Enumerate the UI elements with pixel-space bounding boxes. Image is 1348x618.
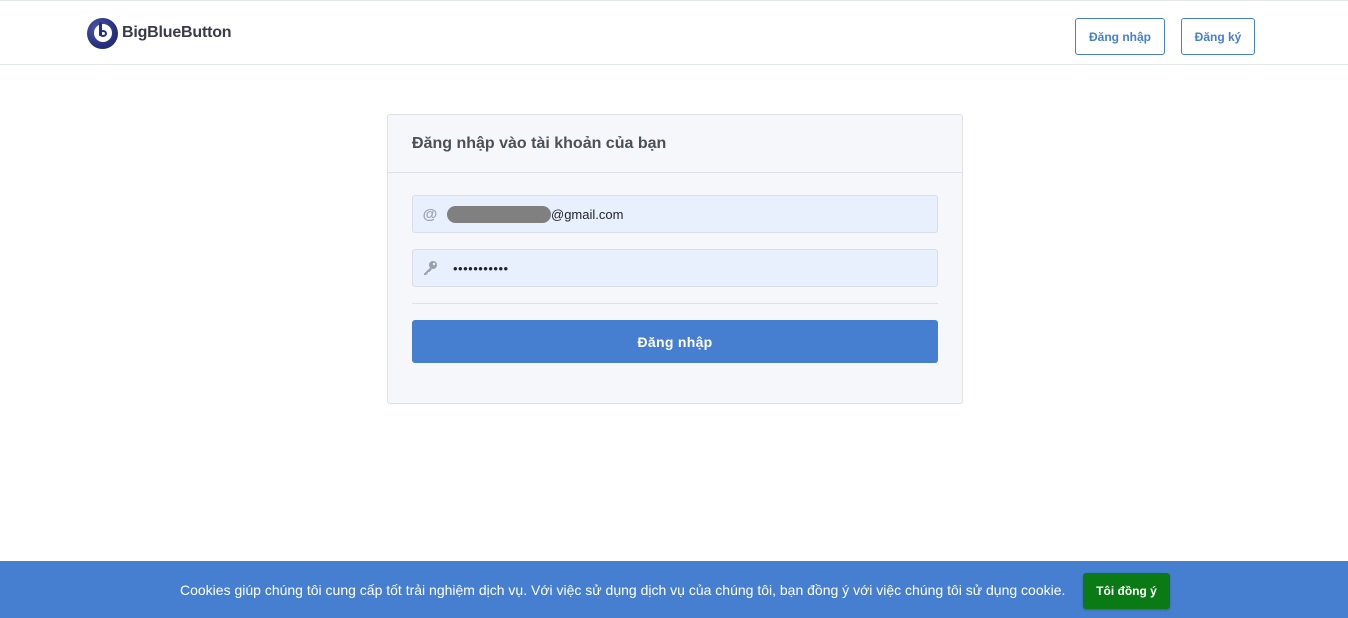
key-icon <box>413 260 447 276</box>
password-field[interactable]: ••••••••••• <box>412 249 938 287</box>
bigbluebutton-logo-icon <box>87 17 118 49</box>
cookie-message: Cookies giúp chúng tôi cung cấp tốt trải… <box>180 581 1066 598</box>
cookie-consent-banner: Cookies giúp chúng tôi cung cấp tốt trải… <box>0 561 1348 618</box>
redacted-email-part <box>447 205 551 223</box>
brand-logo[interactable]: BigBlueButton <box>87 17 232 49</box>
header-signup-button[interactable]: Đăng ký <box>1181 18 1255 55</box>
top-navbar: BigBlueButton Đăng nhập Đăng ký <box>0 0 1348 65</box>
password-value: ••••••••••• <box>453 260 509 276</box>
form-divider <box>412 303 938 304</box>
email-value: @gmail.com <box>551 206 624 222</box>
brand-name: BigBlueButton <box>122 24 232 41</box>
login-card-title: Đăng nhập vào tài khoản của bạn <box>388 115 962 173</box>
at-sign-icon: @ <box>422 205 438 223</box>
cookie-accept-button[interactable]: Tôi đồng ý <box>1083 573 1170 609</box>
email-field[interactable]: @ @gmail.com <box>412 195 938 233</box>
login-card: Đăng nhập vào tài khoản của bạn @ @gmail… <box>387 114 963 404</box>
page: BigBlueButton Đăng nhập Đăng ký Đăng nhậ… <box>0 0 1348 618</box>
login-submit-button[interactable]: Đăng nhập <box>412 320 938 363</box>
header-login-button[interactable]: Đăng nhập <box>1075 18 1165 55</box>
